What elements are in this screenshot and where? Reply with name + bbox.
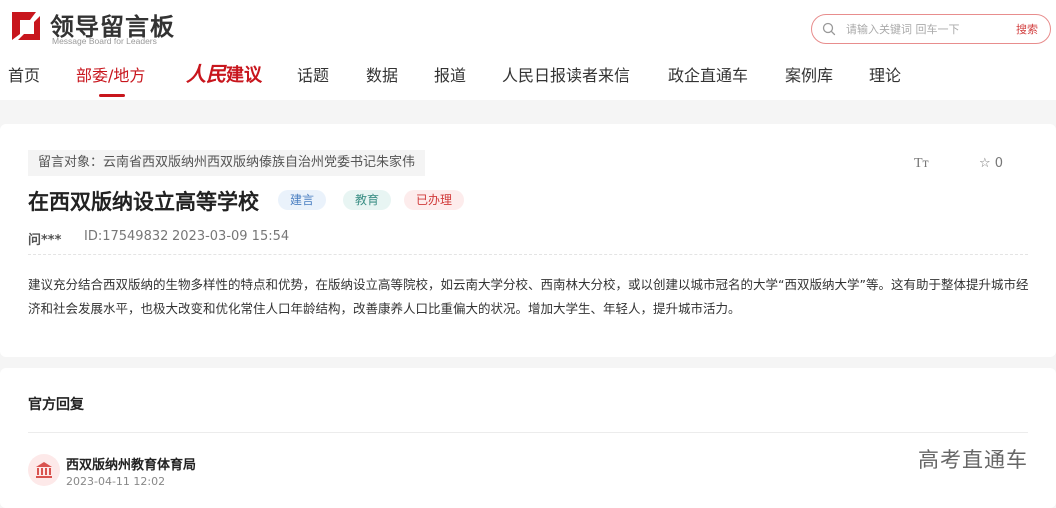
message-card: 留言对象：云南省西双版纳州西双版纳傣族自治州党委书记朱家伟 Tт ☆ 0 在西双… <box>0 124 1056 357</box>
star-icon: ☆ <box>979 156 991 171</box>
search-input[interactable] <box>846 20 1006 38</box>
reply-section-title: 官方回复 <box>28 397 84 413</box>
reply-date: 2023-04-11 12:02 <box>66 475 166 488</box>
search-box: 搜索 <box>811 14 1051 44</box>
nav-item-gov-enterprise[interactable]: 政企直通车 <box>668 62 748 86</box>
nav-active-indicator <box>99 94 125 97</box>
tag-education: 教育 <box>343 190 392 210</box>
tag-suggestion: 建言 <box>278 190 327 210</box>
divider <box>28 254 1028 255</box>
nav-brand-text: 建议 <box>226 65 262 86</box>
message-author: 问*** <box>28 233 62 248</box>
nav-item-theory[interactable]: 理论 <box>869 62 901 86</box>
divider <box>28 432 1028 433</box>
search-button[interactable]: 搜索 <box>1016 21 1038 37</box>
nav-item-home[interactable]: 首页 <box>8 62 40 86</box>
message-title: 在西双版纳设立高等学校 <box>28 190 259 214</box>
status-badge: 已办理 <box>404 190 465 210</box>
favorite-button[interactable]: ☆ 0 <box>979 156 1003 171</box>
top-header: 领导留言板 Message Board for Leaders 搜索 首页 部委… <box>0 0 1056 100</box>
nav-item-ministries-local[interactable]: 部委/地方 <box>76 62 145 86</box>
message-datetime: 2023-03-09 15:54 <box>172 229 290 244</box>
site-logo[interactable]: 领导留言板 Message Board for Leaders <box>8 6 178 46</box>
font-size-icon[interactable]: Tт <box>914 156 929 172</box>
logo-mark-icon <box>12 12 40 40</box>
search-icon <box>822 22 836 36</box>
message-target: 留言对象：云南省西双版纳州西双版纳傣族自治州党委书记朱家伟 <box>28 150 426 176</box>
nav-item-people-suggestion[interactable]: 人民建议 <box>186 58 262 87</box>
reply-org-name: 西双版纳州教育体育局 <box>66 458 197 473</box>
message-id: ID:17549832 <box>84 229 169 244</box>
government-building-icon <box>28 454 60 486</box>
main-nav: 首页 部委/地方 人民建议 话题 数据 报道 人民日报读者来信 政企直通车 案例… <box>0 62 1056 98</box>
nav-brand-script: 人民 <box>186 62 226 86</box>
logo-subtitle: Message Board for Leaders <box>52 36 157 46</box>
nav-item-case-library[interactable]: 案例库 <box>785 62 833 86</box>
message-content: 建议充分结合西双版纳的生物多样性的特点和优势，在版纳设立高等院校，如云南大学分校… <box>28 277 1029 316</box>
favorite-count: 0 <box>994 156 1004 171</box>
nav-item-data[interactable]: 数据 <box>366 62 398 86</box>
nav-item-readers-letters[interactable]: 人民日报读者来信 <box>502 62 630 86</box>
nav-item-reports[interactable]: 报道 <box>434 62 466 86</box>
watermark-text: 高考直通车 <box>918 448 1028 472</box>
official-reply-card: 官方回复 西双版纳州教育体育局 2023-04-11 12:02 <box>0 368 1056 508</box>
nav-item-topics[interactable]: 话题 <box>297 62 329 86</box>
